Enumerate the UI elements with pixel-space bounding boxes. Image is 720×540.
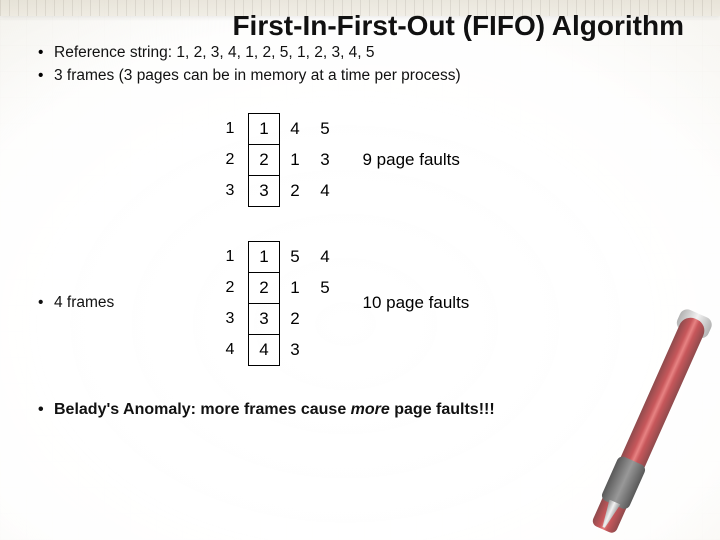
row-index: 1: [218, 241, 249, 272]
bullet-list: Reference string: 1, 2, 3, 4, 1, 2, 5, 1…: [36, 43, 690, 87]
bullet-ref-value: 1, 2, 3, 4, 1, 2, 5, 1, 2, 3, 4, 5: [176, 44, 374, 61]
cell: 1: [249, 241, 280, 272]
cell: 1: [249, 114, 280, 145]
cell: 3: [280, 334, 311, 365]
table-row: 1 1 4 5: [218, 114, 340, 145]
label-4-frames: 4 frames: [30, 294, 218, 312]
cell: 5: [310, 114, 340, 145]
row-index: 2: [218, 145, 249, 176]
bullet-reference-string: Reference string: 1, 2, 3, 4, 1, 2, 5, 1…: [54, 43, 690, 64]
cell: [310, 303, 340, 334]
table-row: 3 3 2 4: [218, 176, 340, 207]
table-row: 1 1 5 4: [218, 241, 340, 272]
anomaly-emph: more: [351, 401, 390, 418]
cell: 4: [310, 241, 340, 272]
cell: 2: [249, 145, 280, 176]
section-4-frames: 4 frames 1 1 5 4 2 2 1 5 3 3 2: [30, 233, 690, 373]
table-row: 4 4 3: [218, 334, 340, 365]
cell: 5: [310, 272, 340, 303]
anomaly-tail: page faults!!!: [390, 401, 495, 418]
faults-4: 10 page faults: [363, 293, 470, 313]
cell: 1: [280, 272, 311, 303]
table-4-frames: 1 1 5 4 2 2 1 5 3 3 2 4: [218, 241, 341, 366]
faults-3: 9 page faults: [363, 150, 460, 170]
bullet-3-frames: 3 frames (3 pages can be in memory at a …: [54, 66, 690, 87]
cell: [310, 334, 340, 365]
row-index: 3: [218, 303, 249, 334]
belady-anomaly: Belady's Anomaly: more frames cause more…: [30, 401, 690, 419]
cell: 2: [280, 176, 311, 207]
cell: 2: [280, 303, 311, 334]
slide-title: First-In-First-Out (FIFO) Algorithm: [30, 10, 690, 41]
row-index: 4: [218, 334, 249, 365]
row-index: 2: [218, 272, 249, 303]
cell: 3: [249, 303, 280, 334]
bullet-ref-label: Reference string:: [54, 44, 176, 61]
cell: 4: [310, 176, 340, 207]
table-row: 2 2 1 5: [218, 272, 340, 303]
table-row: 3 3 2: [218, 303, 340, 334]
cell: 4: [249, 334, 280, 365]
row-index: 1: [218, 114, 249, 145]
row-index: 3: [218, 176, 249, 207]
cell: 3: [249, 176, 280, 207]
table-3-frames: 1 1 4 5 2 2 1 3 3 3 2 4: [218, 113, 341, 207]
cell: 5: [280, 241, 311, 272]
table-row: 2 2 1 3: [218, 145, 340, 176]
cell: 2: [249, 272, 280, 303]
slide-content: First-In-First-Out (FIFO) Algorithm Refe…: [0, 0, 720, 540]
cell: 3: [310, 145, 340, 176]
cell: 1: [280, 145, 311, 176]
cell: 4: [280, 114, 311, 145]
anomaly-lead: Belady's Anomaly: more frames cause: [54, 401, 351, 418]
section-3-frames: x 1 1 4 5 2 2 1 3 3 3 2: [30, 105, 690, 215]
